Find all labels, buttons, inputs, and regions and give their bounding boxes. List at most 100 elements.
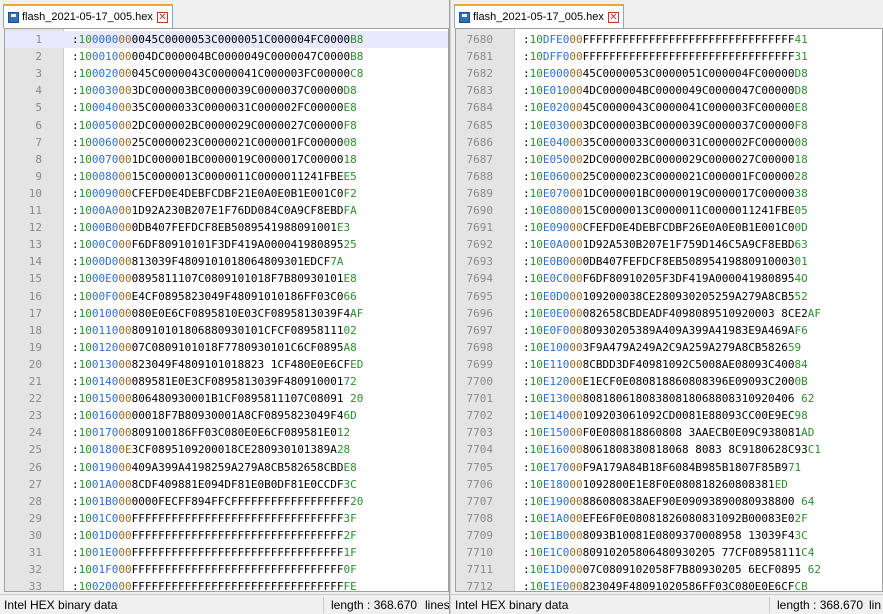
hex-record-line[interactable]: 23:1001600000018F7B80930001A8CF089582304…	[5, 407, 448, 424]
hex-record: :10E1C00080910205806480930205 77CF089581…	[523, 546, 815, 559]
line-number: 7687	[466, 152, 494, 166]
save-icon	[8, 11, 19, 23]
line-number: 7704	[466, 443, 494, 457]
hex-record-line[interactable]: 5:1000400035C0000033C0000031C000002FC000…	[5, 99, 448, 116]
hex-record-line[interactable]: 7681:10DFF000FFFFFFFFFFFFFFFFFFFFFFFFFFF…	[456, 48, 882, 65]
hex-record-line[interactable]: 7702 :10E14000109203061092CD0081E88093CC0…	[456, 407, 882, 424]
hex-record-line[interactable]: 26:10019000409A399A4198259A279A8CB582658…	[5, 459, 448, 476]
hex-record-line[interactable]: 9:1000800015C0000013C0000011C0000011241F…	[5, 168, 448, 185]
hex-record-line[interactable]: 1:100000000045C0000053C0000051C000004FC0…	[5, 31, 448, 48]
hex-record-line[interactable]: 11:1000A0001D92A230B207E1F76DD084C0A9CF8…	[5, 202, 448, 219]
hex-record-line[interactable]: 18:1001100080910101806880930101CFCF08958…	[5, 322, 448, 339]
hex-record-line[interactable]: 7686:10E0400035C0000033C0000031C000002FC…	[456, 134, 882, 151]
hex-record-line[interactable]: 2:10001000004DC000004BC0000049C0000047C0…	[5, 48, 448, 65]
hex-record-line[interactable]: 7693:10E0B0000DB407FEFDCF8EB508954198809…	[456, 253, 882, 270]
hex-record: :10013000823049F4809101018823 1CF480E0E6…	[72, 357, 364, 371]
hex-record: :1001200007C0809101018F7780930101C6CF089…	[72, 340, 357, 354]
hex-record-line[interactable]: 33:10020000FFFFFFFFFFFFFFFFFFFFFFFFFFFFF…	[5, 578, 448, 592]
hex-record-line[interactable]: 7701:10E13000808180618083808180688083109…	[456, 390, 882, 407]
hex-record-line[interactable]: 7691:10E09000CFEFD0E4DEBFCDBF26E0A0E0B1E…	[456, 219, 882, 236]
hex-record-line[interactable]: 16:1000F000E4CF0895823049F48091010186FF0…	[5, 288, 448, 305]
hex-record-line[interactable]: 22:10015000806480930001B1CF0895811107C08…	[5, 390, 448, 407]
hex-record-line[interactable]: 30:1001D000FFFFFFFFFFFFFFFFFFFFFFFFFFFFF…	[5, 527, 448, 544]
hex-record: :10019000409A399A4198259A279A8CB582658CB…	[72, 460, 357, 474]
hex-record-line[interactable]: 20:10013000823049F4809101018823 1CF480E0…	[5, 356, 448, 373]
file-tab[interactable]: flash_2021-05-17_005.hex ✕	[454, 4, 624, 28]
hex-record-line[interactable]: 7687:10E050002DC000002BC0000029C0000027C…	[456, 151, 882, 168]
close-icon[interactable]: ✕	[607, 11, 619, 23]
hex-record-line[interactable]: 7680:10DFE000FFFFFFFFFFFFFFFFFFFFFFFFFFF…	[456, 31, 882, 48]
line-number: 7685	[466, 118, 494, 132]
line-number: 7682	[466, 67, 494, 81]
hex-record-line[interactable]: 7712:10E1E000823049F48091020586FF03C080E…	[456, 578, 882, 591]
hex-record-line[interactable]: 6:100050002DC000002BC0000029C0000027C000…	[5, 117, 448, 134]
hex-record: :1000600025C0000023C0000021C000001FC0000…	[72, 135, 357, 149]
hex-record-line[interactable]: 28:1001B0000000FECFF894FFCFFFFFFFFFFFFFF…	[5, 493, 448, 510]
hex-record-line[interactable]: 8:100070001DC000001BC0000019C0000017C000…	[5, 151, 448, 168]
hex-record: :10E030003DC000003BC0000039C0000037C0000…	[523, 118, 808, 132]
line-number: 13	[28, 238, 42, 252]
hex-record-line[interactable]: 3:10002000045C0000043C0000041C000003FC00…	[5, 65, 448, 82]
hex-record-line[interactable]: 7698:10E100003F9A479A249A2C9A259A279A8CB…	[456, 339, 882, 356]
hex-record-line[interactable]: 17:10010000080E0E6CF0895810E03CF08958130…	[5, 305, 448, 322]
hex-record-line[interactable]: 7683:10E010004DC000004BC0000049C0000047C…	[456, 82, 882, 99]
hex-record-line[interactable]: 7689:10E070001DC000001BC0000019C0000017C…	[456, 185, 882, 202]
hex-record-line[interactable]: 24:10017000809100186FF03C080E0E6CF089581…	[5, 424, 448, 441]
hex-record-line[interactable]: 7684:10E0200045C0000043C0000041C000003FC…	[456, 99, 882, 116]
hex-record: :10E14000109203061092CD0081E88093CC00E9E…	[523, 409, 808, 423]
hex-record-line[interactable]: 27:1001A0008CDF409881E094DF81E0B0DF81E0C…	[5, 476, 448, 493]
hex-record-line[interactable]: 7707:10E19000886080838AEF90E090938900809…	[456, 493, 882, 510]
line-number: 3	[35, 67, 42, 81]
line-number: 25	[28, 443, 42, 457]
hex-record-line[interactable]: 21:10014000089581E0E3CF0895813039F480910…	[5, 373, 448, 390]
hex-record-line[interactable]: 7695:10E0D000109200038CE280930205259A279…	[456, 288, 882, 305]
hex-record-line[interactable]: 13:1000C000F6DF80910101F3DF419A000041980…	[5, 236, 448, 253]
hex-record-line[interactable]: 7:1000600025C0000023C0000021C000001FC000…	[5, 134, 448, 151]
line-number: 31	[28, 546, 42, 559]
hex-record-line[interactable]: 7688:10E0600025C0000023C0000021C000001FC…	[456, 168, 882, 185]
hex-record-line[interactable]: 29:1001C000FFFFFFFFFFFFFFFFFFFFFFFFFFFFF…	[5, 510, 448, 527]
hex-record: :1001F000FFFFFFFFFFFFFFFFFFFFFFFFFFFFFFF…	[72, 563, 357, 577]
hex-editor[interactable]: 1:100000000045C0000053C0000051C000004FC0…	[4, 28, 449, 592]
hex-record-line[interactable]: 7700:10E12000E1ECF0E080818860808396E0909…	[456, 373, 882, 390]
line-number: 33	[28, 580, 42, 592]
hex-record-line[interactable]: 7710:10E1C00080910205806480930205 77CF08…	[456, 544, 882, 561]
hex-record-line[interactable]: 7706:10E180001092800E1E8F0E0808182608083…	[456, 476, 882, 493]
hex-record: :1001A0008CDF409881E094DF81E0B0DF81E0CCD…	[72, 477, 357, 491]
hex-record-line[interactable]: 4:100030003DC000003BC0000039C0000037C000…	[5, 82, 448, 99]
hex-record-line[interactable]: 10:10009000CFEFD0E4DEBFCDBF21E0A0E0B1E00…	[5, 185, 448, 202]
hex-record: :10E15000F0E080818860808 3AAECB0E09C9380…	[523, 426, 815, 440]
hex-record-line[interactable]: 14:1000D000813039F4809101018064809301EDC…	[5, 253, 448, 270]
hex-record-line[interactable]: 7704:10E160008061808380818068 8083 8C918…	[456, 441, 882, 458]
hex-record-line[interactable]: 7692:10E0A0001D92A530B207E1F759D146C5A9C…	[456, 236, 882, 253]
hex-record-line[interactable]: 7696:10E0E000082658CBDEADF40980895109200…	[456, 305, 882, 322]
hex-record-line[interactable]: 31:1001E000FFFFFFFFFFFFFFFFFFFFFFFFFFFFF…	[5, 544, 448, 561]
hex-record-line[interactable]: 7709:10E1B0008093B10081E0809370008958 13…	[456, 527, 882, 544]
hex-record-line[interactable]: 7682:10E0000045C0000053C0000051C000004FC…	[456, 65, 882, 82]
line-number: 7706	[466, 477, 494, 491]
hex-record-line[interactable]: 7703:10E15000F0E080818860808 3AAECB0E09C…	[456, 424, 882, 441]
line-number: 9	[35, 169, 42, 183]
hex-record-line[interactable]: 7690:10E0800015C0000013C0000011C00000112…	[456, 202, 882, 219]
close-icon[interactable]: ✕	[156, 11, 168, 23]
hex-record-line[interactable]: 7699:10E110008CBDD3DF40981092C5008AE0809…	[456, 356, 882, 373]
hex-record: :10E100003F9A479A249A2C9A259A279A8CB5826…	[523, 340, 802, 354]
hex-record-line[interactable]: 7711:10E1D00007C0809102058F7B80930205 6E…	[456, 561, 882, 578]
hex-record-line[interactable]: 7685 :10E030003DC000003BC0000039C0000037C…	[456, 117, 882, 134]
hex-record-line[interactable]: 32:1001F000FFFFFFFFFFFFFFFFFFFFFFFFFFFFF…	[5, 561, 448, 578]
hex-record: :1001B0000000FECFF894FFCFFFFFFFFFFFFFFFF…	[72, 494, 364, 508]
hex-record-line[interactable]: 7694:10E0C000F6DF80910205F3DF419A0000419…	[456, 270, 882, 287]
line-number: 10	[28, 186, 42, 200]
hex-record-line[interactable]: 15:1000E0000895811107C0809101018F7B80930…	[5, 270, 448, 287]
hex-record-line[interactable]: 7708:10E1A000EFE6F0E08081826080831092B00…	[456, 510, 882, 527]
line-number: 7702	[466, 409, 494, 423]
line-number: 15	[28, 272, 42, 286]
hex-editor[interactable]: 7680:10DFE000FFFFFFFFFFFFFFFFFFFFFFFFFFF…	[455, 28, 883, 592]
hex-record-line[interactable]: 12:1000B0000DB407FEFDCF8EB50895419880910…	[5, 219, 448, 236]
hex-record-line[interactable]: 25:1001800E3CF0895109200018CE28093010138…	[5, 441, 448, 458]
hex-record-line[interactable]: 19:1001200007C0809101018F7780930101C6CF0…	[5, 339, 448, 356]
hex-record-line[interactable]: 7705:10E17000F9A179A84B18F6084B985B1807F…	[456, 459, 882, 476]
editor-pane-right: flash_2021-05-17_005.hex ✕ 7680:10DFE000…	[451, 0, 883, 614]
file-tab[interactable]: flash_2021-05-17_005.hex ✕	[3, 4, 173, 28]
hex-record-line[interactable]: 7697:10E0F00080930205389A409A399A41983E9…	[456, 322, 882, 339]
